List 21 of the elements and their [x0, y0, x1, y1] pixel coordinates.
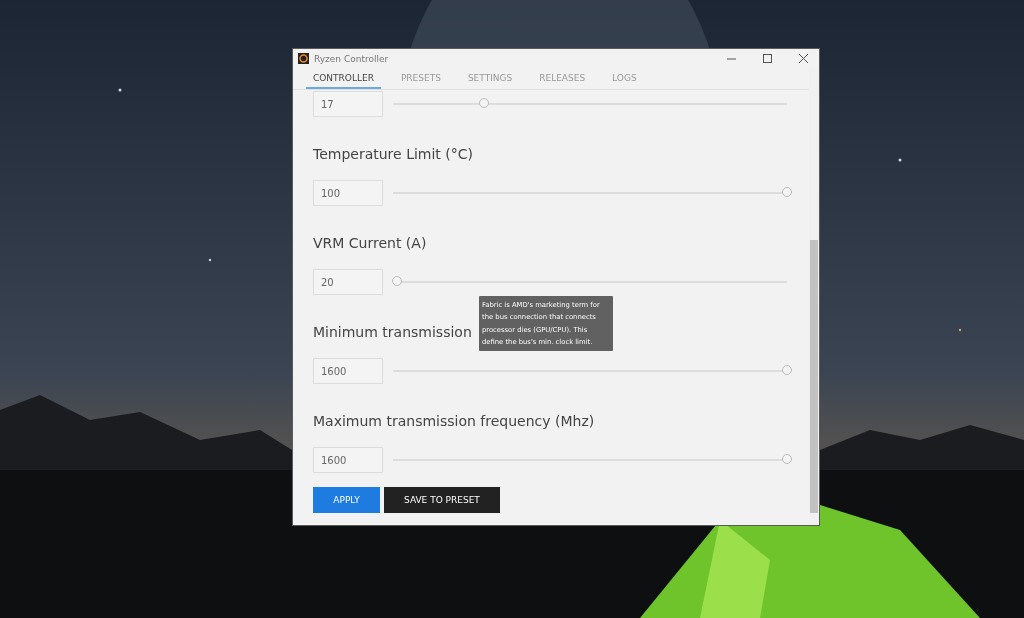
slider-thumb[interactable] — [782, 365, 792, 375]
slider-thumb[interactable] — [782, 187, 792, 197]
setting-label: Temperature Limit (°C) — [313, 145, 473, 164]
app-logo-icon — [298, 53, 309, 64]
value-field[interactable]: 100 — [313, 180, 383, 206]
value-field[interactable]: 20 — [313, 269, 383, 295]
slider-thumb[interactable] — [782, 454, 792, 464]
value-field[interactable]: 17 — [313, 91, 383, 117]
setting-label: Maximum transmission frequency (Mhz) — [313, 412, 595, 431]
slider-thumb[interactable] — [391, 276, 402, 286]
value-field[interactable]: 1600 — [313, 447, 383, 473]
close-icon — [799, 54, 808, 63]
apply-button[interactable]: APPLY — [313, 487, 380, 513]
setting-label: VRM Current (A) — [313, 234, 427, 253]
window-title: Ryzen Controller — [314, 53, 390, 64]
slider-thumb[interactable] — [478, 98, 489, 108]
value-field[interactable]: 1600 — [313, 358, 383, 384]
setting-label: Minimum transmission — [313, 323, 472, 342]
maximize-icon — [763, 54, 772, 63]
tab[interactable]: CONTROLLER — [306, 68, 381, 89]
save-preset-button[interactable]: SAVE TO PRESET — [384, 487, 500, 513]
